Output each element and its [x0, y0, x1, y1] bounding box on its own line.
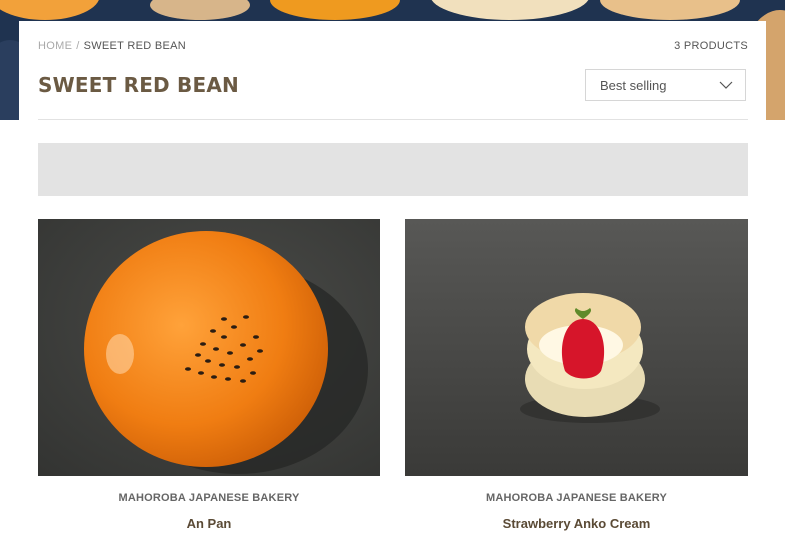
product-vendor: MAHOROBA JAPANESE BAKERY	[485, 492, 668, 504]
product-count: 3 PRODUCTS	[674, 40, 748, 52]
breadcrumb-current: SWEET RED BEAN	[83, 40, 186, 52]
product-vendor: MAHOROBA JAPANESE BAKERY	[118, 492, 300, 504]
page-title: SWEET RED BEAN	[38, 73, 239, 97]
chevron-down-icon	[719, 81, 733, 89]
product-name-link[interactable]: An Pan	[38, 516, 380, 531]
breadcrumb-home-link[interactable]: HOME	[38, 40, 72, 52]
breadcrumb: HOME / SWEET RED BEAN	[38, 40, 186, 52]
collection-banner-placeholder	[38, 143, 748, 196]
product-card[interactable]: MAHOROBA JAPANESE BAKERY Strawberry Anko…	[405, 219, 748, 531]
product-card[interactable]: MAHOROBA JAPANESE BAKERY An Pan	[38, 219, 380, 531]
sort-select[interactable]: Best selling	[585, 69, 746, 101]
sort-selected-value: Best selling	[600, 77, 667, 93]
product-image-strawberry-anko-cream[interactable]	[405, 219, 748, 476]
product-name-link[interactable]: Strawberry Anko Cream	[405, 516, 748, 531]
divider	[38, 119, 748, 120]
collection-card: HOME / SWEET RED BEAN 3 PRODUCTS SWEET RED…	[19, 21, 766, 551]
product-image-an-pan[interactable]	[38, 219, 380, 476]
breadcrumb-separator: /	[76, 40, 80, 52]
